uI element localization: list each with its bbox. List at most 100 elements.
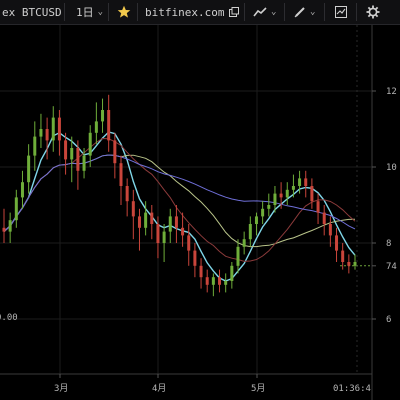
price-axis[interactable]: 12 10 8 74 6 [372, 87, 397, 325]
toolbar-divider [324, 3, 325, 21]
candle-body [2, 227, 6, 232]
x-tick-label: 4月 [152, 383, 166, 394]
candle-body [76, 148, 80, 171]
candle-body [316, 201, 320, 213]
candle-body [107, 110, 111, 141]
candle-body [168, 216, 172, 232]
line-tool-selector[interactable]: ⌄ [253, 0, 276, 24]
chart-grid [0, 25, 372, 374]
x-tick-label: 3月 [54, 383, 68, 394]
candle-body [57, 117, 61, 141]
moving-averages [3, 131, 356, 282]
candle-body [33, 136, 37, 156]
candle-body [322, 212, 326, 224]
chevron-down-icon: ⌄ [271, 7, 277, 17]
candle-body [64, 140, 68, 160]
site-label: bitfinex.com [145, 5, 225, 19]
ma-line [3, 154, 356, 248]
candle-body [150, 212, 154, 224]
candle-body [174, 216, 178, 228]
candle-body [279, 193, 283, 198]
candle-body [341, 250, 345, 262]
candle-body [347, 262, 351, 266]
ma-line [3, 131, 356, 282]
star-icon [117, 5, 131, 18]
candle-body [273, 193, 277, 205]
candle-body [14, 197, 18, 221]
candles [2, 94, 357, 297]
indicator-button[interactable] [335, 0, 347, 24]
candle-body [51, 117, 55, 141]
chart-toolbar: ex BTCUSD 1日 ⌄ bitfinex.com ⌄ ⌄ [0, 0, 400, 25]
toolbar-divider [64, 3, 65, 21]
external-link-icon [229, 7, 240, 17]
candle-body [125, 186, 129, 202]
candle-body [224, 281, 228, 285]
candle-body [205, 277, 209, 285]
drawing-tool-selector[interactable]: ⌄ [294, 0, 315, 24]
y-tick-label: 6 [386, 315, 391, 325]
candle-body [236, 246, 240, 266]
interval-selector[interactable]: 1日 ⌄ [76, 0, 103, 24]
candle-body [310, 186, 314, 202]
candle-body [144, 212, 148, 228]
ma-line [3, 154, 356, 232]
time-label: 01:36:4 [333, 384, 371, 394]
candle-body [27, 155, 31, 183]
candle-body [248, 224, 252, 240]
line-tool-icon [253, 7, 267, 17]
candle-body [267, 205, 271, 209]
candle-body [101, 110, 105, 122]
candle-body [113, 140, 117, 164]
toolbar-divider [108, 3, 109, 21]
time-axis[interactable]: 3月 4月 5月 [54, 374, 265, 394]
price-chart[interactable]: 12 10 8 74 6 3月 4月 5月 0.00 01:36:4 [0, 25, 400, 400]
toolbar-divider [137, 3, 138, 21]
candle-body [156, 224, 160, 243]
candle-body [230, 265, 234, 281]
symbol-selector[interactable]: ex BTCUSD [2, 0, 62, 24]
candle-body [20, 182, 24, 198]
candle-body [261, 208, 265, 217]
settings-button[interactable] [366, 0, 380, 24]
candle-body [298, 178, 302, 186]
candle-body [70, 148, 74, 160]
toolbar-divider [356, 3, 357, 21]
candle-body [328, 224, 332, 236]
candle-body [304, 178, 308, 186]
y-tick-label: 8 [386, 239, 391, 249]
candle-body [137, 216, 141, 228]
indicator-icon [335, 6, 347, 18]
favorite-button[interactable] [117, 0, 131, 24]
candle-body [193, 250, 197, 266]
candle-body [291, 186, 295, 190]
candle-body [8, 220, 12, 232]
candle-body [45, 129, 49, 141]
pen-icon [294, 7, 305, 18]
chevron-down-icon: ⌄ [97, 7, 104, 17]
candle-body [181, 227, 185, 236]
settings-icon [366, 5, 380, 19]
candle-body [199, 265, 203, 278]
candle-body [94, 121, 98, 133]
left-price-label: 0.00 [0, 313, 18, 323]
candle-body [353, 262, 357, 266]
candle-body [285, 189, 289, 198]
toolbar-divider [284, 3, 285, 21]
candle-body [187, 235, 191, 251]
y-tick-label: 74 [386, 262, 397, 272]
candle-body [162, 231, 166, 243]
candle-body [335, 235, 339, 251]
x-tick-label: 5月 [251, 383, 265, 394]
candle-body [82, 155, 86, 171]
interval-label: 1日 [76, 6, 94, 19]
candle-body [211, 277, 215, 285]
y-tick-label: 12 [386, 87, 397, 97]
candle-body [242, 239, 246, 247]
site-link[interactable]: bitfinex.com [145, 0, 240, 24]
symbol-label: ex BTCUSD [2, 5, 62, 19]
candle-body [39, 129, 43, 137]
candle-body [88, 132, 92, 156]
toolbar-divider [244, 3, 245, 21]
y-tick-label: 10 [386, 163, 397, 173]
